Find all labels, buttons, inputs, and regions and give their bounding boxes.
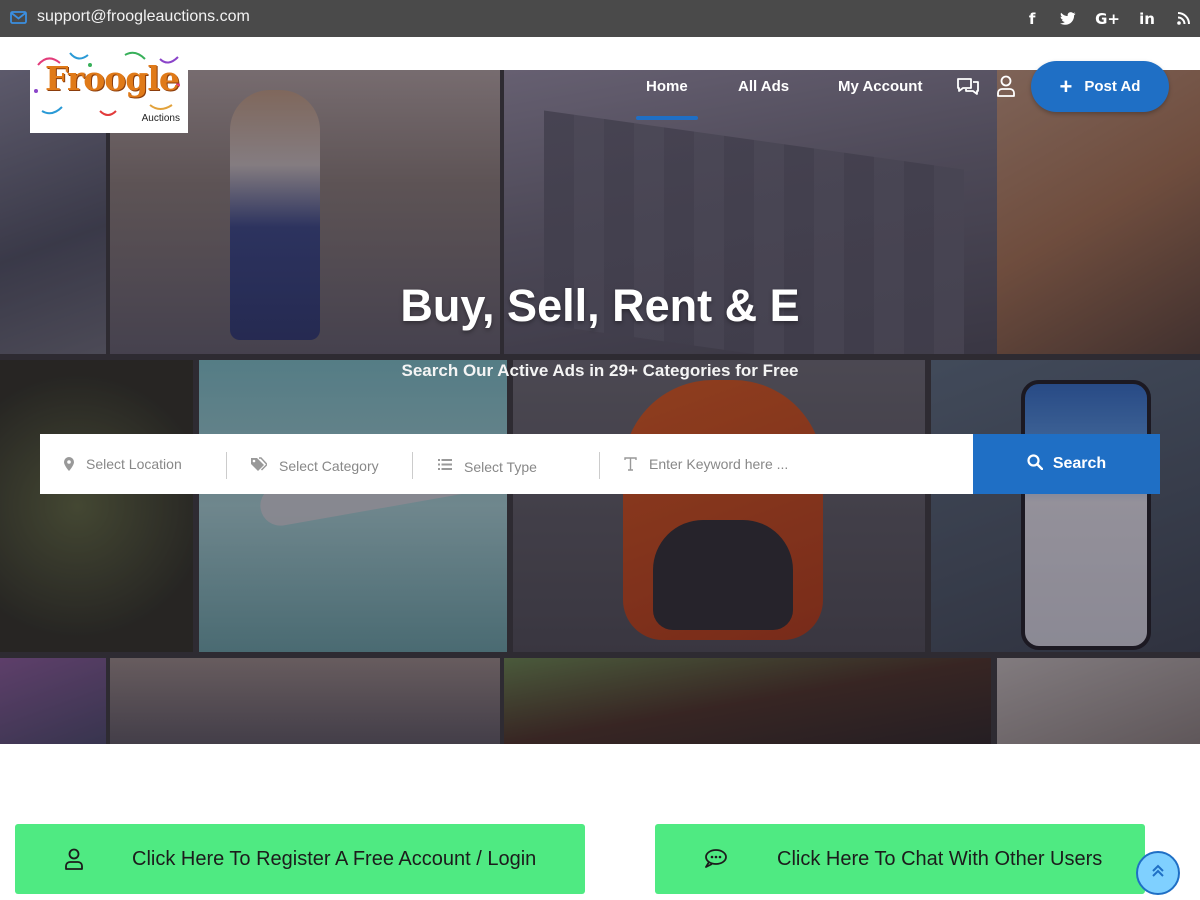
location-placeholder: Select Location — [86, 456, 182, 472]
type-select[interactable]: Select Type — [438, 434, 608, 494]
search-divider — [226, 452, 227, 479]
search-button-label: Search — [1052, 455, 1107, 472]
nav-my-account[interactable]: My Account — [838, 78, 922, 95]
type-placeholder: Select Type — [464, 458, 537, 475]
register-login-button[interactable]: Click Here To Register A Free Account / … — [15, 824, 585, 894]
location-select[interactable]: Select Location — [64, 434, 224, 494]
hero-overlay — [0, 70, 1200, 744]
hero-subtitle: Search Our Active Ads in 29+ Categories … — [401, 361, 799, 380]
list-icon — [438, 458, 452, 470]
tags-icon — [250, 457, 267, 471]
top-bar: support@froogleauctions.com f G+ in — [0, 0, 1200, 37]
category-placeholder: Select Category — [279, 457, 379, 474]
double-chevron-up-icon — [1152, 864, 1164, 883]
keyword-input[interactable]: Enter Keyword here ... — [624, 434, 964, 494]
search-button[interactable]: Search — [973, 434, 1160, 494]
hero-banner — [0, 70, 1200, 744]
post-ad-label: Post Ad — [1084, 78, 1141, 95]
nav-all-ads[interactable]: All Ads — [738, 78, 789, 95]
google-plus-icon[interactable]: G+ — [1095, 9, 1120, 29]
chat-users-button[interactable]: Click Here To Chat With Other Users — [655, 824, 1145, 894]
support-email-link[interactable]: support@froogleauctions.com — [10, 8, 250, 26]
search-form: Select Location Select Category Select T… — [40, 434, 1160, 494]
support-email: support@froogleauctions.com — [37, 8, 250, 25]
hero-title: Buy, Sell, Rent & E — [400, 280, 800, 331]
post-ad-button[interactable]: + Post Ad — [1031, 61, 1169, 112]
nav-home[interactable]: Home — [636, 78, 698, 120]
twitter-icon[interactable] — [1059, 9, 1077, 29]
user-icon — [64, 848, 84, 876]
plus-icon: + — [1059, 73, 1073, 99]
linkedin-icon[interactable]: in — [1138, 9, 1156, 29]
search-divider — [599, 452, 600, 479]
scroll-to-top-button[interactable] — [1136, 851, 1180, 895]
map-marker-icon — [64, 457, 74, 471]
envelope-icon — [10, 10, 27, 24]
social-links: f G+ in — [1023, 0, 1192, 37]
facebook-icon[interactable]: f — [1023, 9, 1041, 29]
search-icon — [1027, 453, 1044, 475]
rss-icon[interactable] — [1174, 9, 1192, 29]
search-divider — [412, 452, 413, 479]
chat-users-label: Click Here To Chat With Other Users — [777, 847, 1103, 870]
main-nav: Home All Ads My Account — [0, 70, 1200, 132]
category-select[interactable]: Select Category — [250, 434, 420, 494]
text-cursor-icon — [624, 457, 637, 471]
keyword-placeholder: Enter Keyword here ... — [649, 456, 789, 472]
chat-bubble-icon — [704, 848, 728, 874]
register-login-label: Click Here To Register A Free Account / … — [132, 847, 537, 870]
user-icon[interactable] — [996, 75, 1016, 102]
chat-icon[interactable] — [956, 76, 980, 101]
